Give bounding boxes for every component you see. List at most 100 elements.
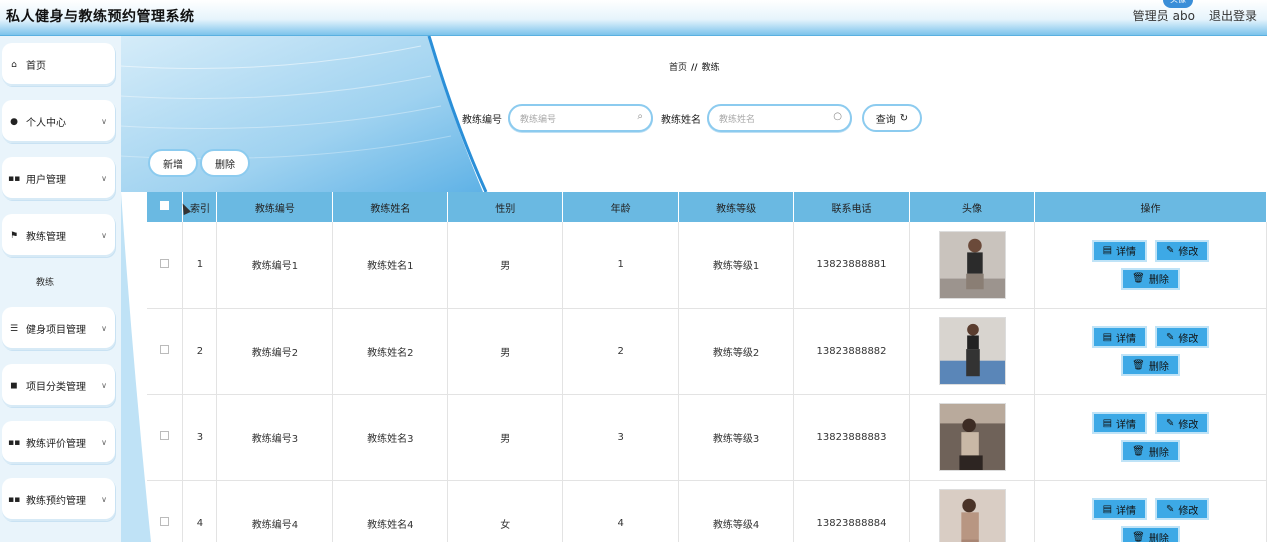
cell-index: 3 xyxy=(182,394,218,481)
col-age[interactable]: 年龄 xyxy=(562,192,680,222)
cell-avatar xyxy=(909,308,1035,395)
cell-level: 教练等级2 xyxy=(678,308,795,395)
delete-button[interactable]: 删除 xyxy=(200,149,250,177)
home-icon: ⌂ xyxy=(11,59,17,70)
col-actions: 操作 xyxy=(1034,192,1267,222)
delete-label: 删除 xyxy=(1148,533,1169,542)
add-button[interactable]: 新增 xyxy=(148,149,198,177)
row-checkbox[interactable] xyxy=(160,258,170,268)
edit-label: 修改 xyxy=(1178,505,1199,517)
col-phone[interactable]: 联系电话 xyxy=(793,192,911,222)
cell-coach-name: 教练姓名1 xyxy=(332,222,449,309)
pencil-icon: ✎ xyxy=(1166,245,1175,257)
coach-photo[interactable] xyxy=(938,230,1006,299)
sidebar-item-coach-bookings[interactable]: ▪▪ 教练预约管理 ∨ xyxy=(2,478,115,521)
coach-code-input[interactable]: 教练编号 ⌕ xyxy=(508,104,653,132)
detail-button[interactable]: ▤ 详情 xyxy=(1091,498,1148,520)
row-select-cell xyxy=(147,308,184,395)
edit-button[interactable]: ✎ 修改 xyxy=(1155,498,1210,520)
pencil-icon: ✎ xyxy=(1166,417,1175,429)
chevron-down-icon: ∨ xyxy=(101,495,107,504)
cell-coach-name: 教练姓名4 xyxy=(332,480,449,542)
query-button[interactable]: 查询 ↻ xyxy=(862,104,922,132)
cell-index: 4 xyxy=(182,480,218,542)
coach-photo[interactable] xyxy=(938,489,1006,542)
cell-avatar xyxy=(909,394,1035,481)
search-icon: ⌕ xyxy=(637,111,643,122)
sidebar-item-users[interactable]: ▪▪ 用户管理 ∨ xyxy=(2,157,115,200)
sidebar-item-home[interactable]: ⌂ 首页 xyxy=(2,43,115,86)
sidebar-item-coaches[interactable]: ⚑ 教练管理 ∨ xyxy=(2,214,115,257)
cell-age: 2 xyxy=(562,308,680,395)
col-coach-code[interactable]: 教练编号 xyxy=(216,192,334,222)
row-checkbox[interactable] xyxy=(160,345,170,354)
breadcrumb-current: 教练 xyxy=(701,63,720,73)
col-gender[interactable]: 性别 xyxy=(447,192,564,222)
coach-name-input[interactable]: 教练姓名 ○ xyxy=(707,104,852,132)
detail-button[interactable]: ▤ 详情 xyxy=(1091,239,1148,262)
chevron-down-icon: ∨ xyxy=(101,381,107,390)
sidebar-item-label: 项目分类管理 xyxy=(26,382,86,393)
cell-avatar xyxy=(909,480,1035,542)
col-coach-name[interactable]: 教练姓名 xyxy=(332,192,449,222)
coach-photo[interactable] xyxy=(938,317,1006,385)
sidebar-item-coach-reviews[interactable]: ▪▪ 教练评价管理 ∨ xyxy=(2,421,115,464)
breadcrumb-home[interactable]: 首页 xyxy=(669,63,687,73)
detail-button[interactable]: ▤ 详情 xyxy=(1091,412,1148,434)
row-delete-button[interactable]: 🗑 删除 xyxy=(1121,440,1180,462)
chevron-down-icon: ∨ xyxy=(101,117,107,126)
cell-coach-code: 教练编号4 xyxy=(216,480,334,542)
cell-level: 教练等级4 xyxy=(678,480,795,542)
cell-gender: 男 xyxy=(447,308,564,395)
sidebar-item-project-categories[interactable]: ◼ 项目分类管理 ∨ xyxy=(2,364,115,407)
edit-button[interactable]: ✎ 修改 xyxy=(1155,412,1210,434)
trash-icon: 🗑 xyxy=(1132,445,1145,457)
list-icon: ☰ xyxy=(9,323,19,334)
table-row: 1 教练编号1 教练姓名1 男 1 教练等级1 13823888881 ▤ 详情 … xyxy=(147,222,1267,309)
chevron-down-icon: ∨ xyxy=(101,438,107,447)
sidebar-item-fitness-projects[interactable]: ☰ 健身项目管理 ∨ xyxy=(2,307,115,350)
row-delete-button[interactable]: 🗑 删除 xyxy=(1121,354,1180,376)
logout-link[interactable]: 退出登录 xyxy=(1209,7,1257,24)
query-label: 查询 xyxy=(875,114,896,126)
cell-level: 教练等级1 xyxy=(678,222,795,309)
row-checkbox[interactable] xyxy=(160,431,170,440)
coach-photo[interactable] xyxy=(938,403,1006,471)
detail-label: 详情 xyxy=(1116,505,1137,517)
sidebar-item-label: 健身项目管理 xyxy=(26,325,86,336)
detail-button[interactable]: ▤ 详情 xyxy=(1091,326,1148,348)
user-prefix: 管理员 xyxy=(1132,9,1169,23)
document-icon: ▤ xyxy=(1102,331,1113,343)
trash-icon: 🗑 xyxy=(1132,531,1145,542)
breadcrumb: 首页 //教练 xyxy=(669,60,720,73)
select-all-checkbox[interactable] xyxy=(160,201,170,210)
tag-icon: ◼ xyxy=(10,380,18,391)
row-delete-button[interactable]: 🗑 删除 xyxy=(1121,526,1180,542)
breadcrumb-separator: // xyxy=(691,63,698,73)
col-avatar: 头像 xyxy=(909,192,1035,222)
row-select-cell xyxy=(147,222,184,309)
cell-coach-code: 教练编号1 xyxy=(216,222,334,309)
table-row: 2 教练编号2 教练姓名2 男 2 教练等级2 13823888882 ▤ 详情 … xyxy=(147,308,1267,395)
main-content: 首页 //教练 教练编号 教练编号 ⌕ 教练姓名 教练姓名 ○ 查询 ↻ 新增 删… xyxy=(121,36,1267,542)
chevron-down-icon: ∨ xyxy=(101,231,107,240)
sidebar-subitem-coach[interactable]: 教练 xyxy=(36,275,54,288)
row-checkbox[interactable] xyxy=(160,517,170,526)
cell-phone: 13823888881 xyxy=(793,222,911,309)
coach-name-placeholder: 教练姓名 xyxy=(719,114,756,125)
detail-label: 详情 xyxy=(1116,333,1137,345)
delete-label: 删除 xyxy=(1148,275,1169,287)
edit-button[interactable]: ✎ 修改 xyxy=(1155,326,1210,348)
table-row: 3 教练编号3 教练姓名3 男 3 教练等级3 13823888883 ▤ 详情 … xyxy=(147,394,1267,481)
cell-coach-name: 教练姓名2 xyxy=(332,308,449,395)
sidebar-item-profile[interactable]: ● 个人中心 ∨ xyxy=(2,100,115,143)
search-bar: 教练编号 教练编号 ⌕ 教练姓名 教练姓名 ○ 查询 ↻ xyxy=(462,104,922,132)
col-level[interactable]: 教练等级 xyxy=(678,192,795,222)
sidebar-item-label: 教练管理 xyxy=(26,232,66,243)
row-delete-button[interactable]: 🗑 删除 xyxy=(1121,267,1180,290)
delete-label: 删除 xyxy=(1148,361,1169,373)
edit-button[interactable]: ✎ 修改 xyxy=(1155,239,1210,262)
pencil-icon: ✎ xyxy=(1166,503,1175,515)
cell-avatar xyxy=(909,222,1035,309)
edit-label: 修改 xyxy=(1178,247,1199,259)
